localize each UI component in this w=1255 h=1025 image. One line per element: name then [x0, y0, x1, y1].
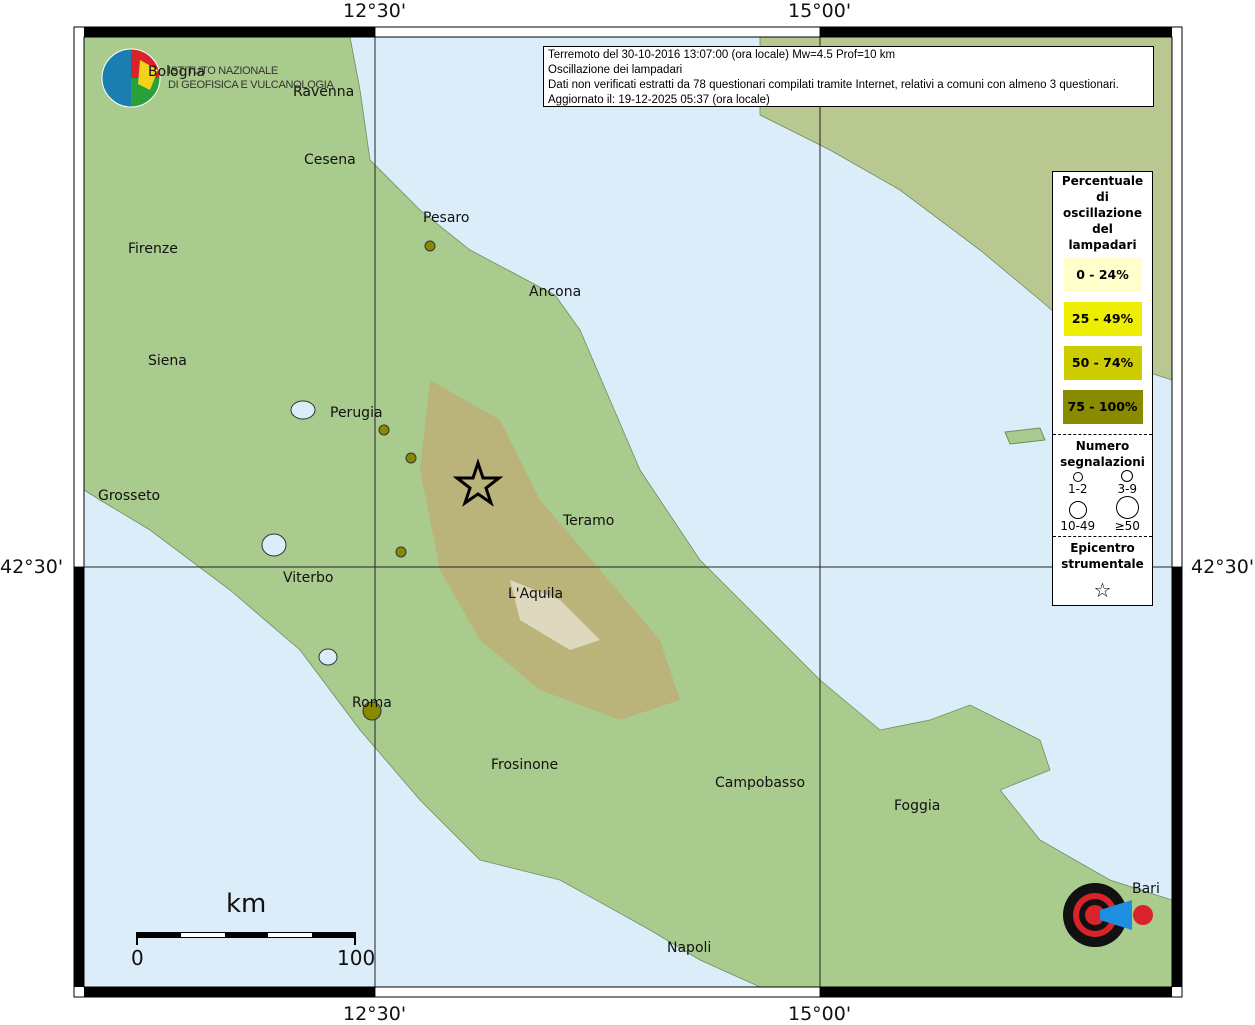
report-point[interactable] — [424, 240, 436, 252]
legend-class-swatch: 50 - 74% — [1063, 346, 1142, 380]
city-label: Roma — [352, 695, 392, 711]
city-label: Cesena — [304, 152, 356, 168]
legend-class-swatch: 0 - 24% — [1063, 258, 1142, 292]
event-info-box: Terremoto del 30-10-2016 13:07:00 (ora l… — [543, 46, 1154, 107]
city-label: Grosseto — [98, 488, 161, 504]
lake-bracciano — [318, 648, 338, 666]
epicenter-title: Epicentro strumentale — [1061, 541, 1144, 571]
axis-bottom-2: 15°00' — [788, 1003, 852, 1025]
scale-max: 100 — [337, 946, 376, 970]
axis-top-1: 12°30' — [343, 0, 407, 22]
legend-class-swatch: 25 - 49% — [1063, 302, 1142, 336]
axis-right: 42°30' — [1191, 556, 1255, 578]
lake-bolsena — [261, 533, 287, 557]
city-label: Viterbo — [283, 570, 334, 586]
city-label: Napoli — [667, 940, 712, 956]
ingv-logo-text: ISTITUTO NAZIONALE DI GEOFISICA E VULCANO… — [168, 65, 334, 91]
event-title: Terremoto del 30-10-2016 13:07:00 (ora l… — [548, 49, 896, 61]
axis-left: 42°30' — [0, 556, 64, 578]
scale-unit: km — [226, 889, 267, 919]
city-label: Perugia — [330, 405, 383, 421]
report-point[interactable] — [405, 452, 417, 464]
axis-top-2: 15°00' — [788, 0, 852, 22]
city-label: Campobasso — [715, 775, 806, 791]
data-note: Dati non verificati estratti da 78 quest… — [548, 79, 1119, 91]
city-label: Foggia — [894, 798, 941, 814]
lake-trasimeno — [290, 400, 316, 420]
updated-at: Aggiornato il: 19-12-2025 05:37 (ora loc… — [548, 94, 770, 106]
epicenter-star-legend-icon: ☆ — [1093, 578, 1112, 602]
city-label: Siena — [148, 353, 187, 369]
legend: Percentuale di oscillazione del lampadari 0 … — [1052, 171, 1153, 606]
legend-class-swatch: 75 - 100% — [1062, 390, 1143, 424]
city-label: Firenze — [128, 241, 178, 257]
city-label: Ancona — [529, 284, 582, 300]
city-label: Bari — [1132, 881, 1160, 897]
map-subject: Oscillazione dei lampadari — [548, 64, 683, 76]
scale-min: 0 — [131, 946, 144, 970]
city-label: Pesaro — [423, 210, 470, 226]
count-sizes: 1-2 3-9 10-49 ≥50 — [1053, 470, 1152, 533]
count-title: Numero segnalazioni — [1060, 439, 1145, 469]
city-label: Frosinone — [491, 757, 559, 773]
axis-bottom-1: 12°30' — [343, 1003, 407, 1025]
city-label: L'Aquila — [508, 586, 564, 602]
report-point[interactable] — [395, 546, 407, 558]
city-label: Teramo — [563, 513, 615, 529]
legend-title: Percentuale di oscillazione del lampadari — [1061, 174, 1144, 252]
report-point[interactable] — [378, 424, 390, 436]
